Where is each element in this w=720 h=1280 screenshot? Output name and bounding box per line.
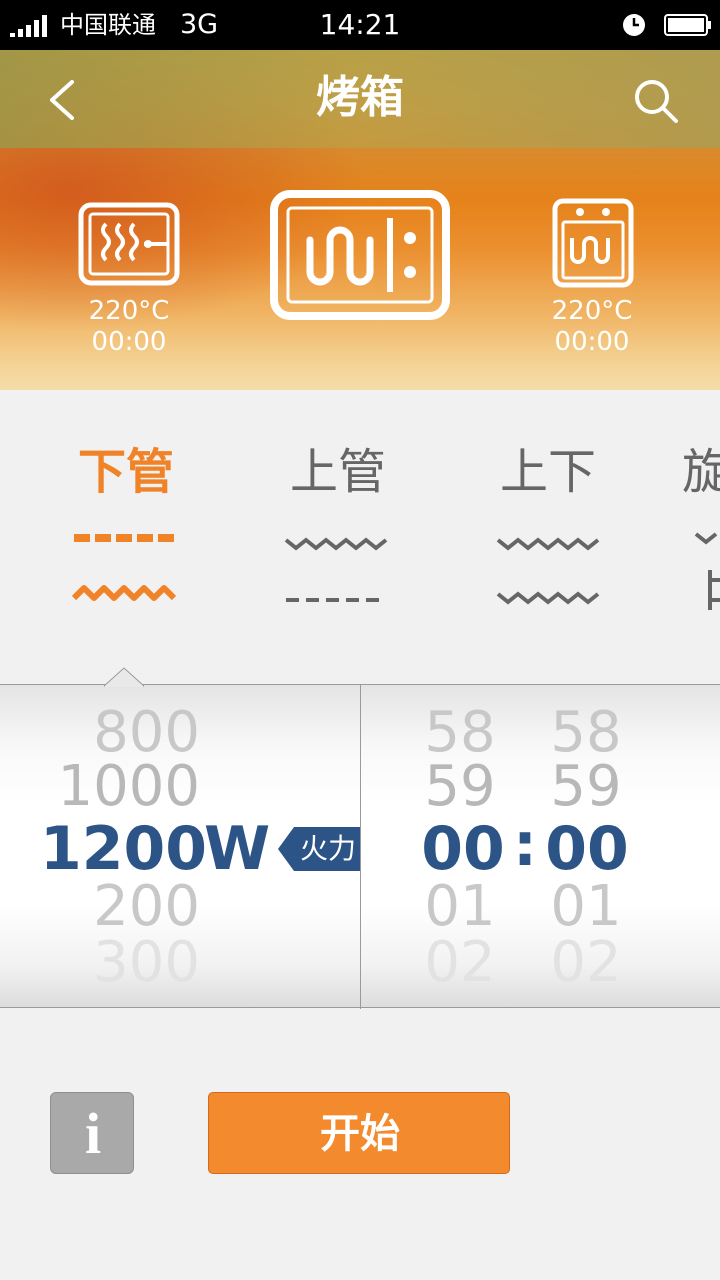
mode-top-heat[interactable]: 上管 xyxy=(258,440,418,620)
bottom-heat-icon xyxy=(71,534,178,601)
picker-divider xyxy=(360,685,361,1009)
setting-picker: 800 1000 1200 W 200 300 火力 58 59 00 01 0… xyxy=(0,667,720,1009)
mode-label: 上管 xyxy=(289,444,386,500)
minute-selected[interactable]: 00 xyxy=(544,817,630,881)
power-unit: W xyxy=(204,814,271,884)
minute-option[interactable]: 01 xyxy=(546,877,626,937)
selection-pointer xyxy=(104,667,144,687)
hour-option[interactable]: 02 xyxy=(420,933,500,993)
mode-bottom-heat[interactable]: 下管 xyxy=(46,440,206,620)
hour-option[interactable]: 01 xyxy=(420,877,500,937)
power-option[interactable]: 200 xyxy=(60,877,200,937)
search-button[interactable] xyxy=(630,76,682,126)
oven-right-icon[interactable] xyxy=(552,198,634,288)
oven-right-temp: 220°C xyxy=(551,296,633,326)
mode-label: 下管 xyxy=(77,444,174,500)
info-icon: i xyxy=(84,1101,102,1166)
mode-label: 上下 xyxy=(499,444,596,500)
page-title: 烤箱 xyxy=(316,72,404,123)
power-selected[interactable]: 1200 xyxy=(40,817,207,881)
mode-rotisserie[interactable]: 旋 xyxy=(620,440,720,620)
alarm-icon xyxy=(623,14,645,36)
mode-top-bottom-heat[interactable]: 上下 xyxy=(468,440,628,620)
start-button[interactable]: 开始 xyxy=(208,1092,510,1174)
time-separator: : xyxy=(513,810,537,880)
oven-left-time: 00:00 xyxy=(91,327,167,357)
top-bottom-heat-icon xyxy=(496,537,600,605)
info-button[interactable]: i xyxy=(50,1092,134,1174)
oven-left-icon[interactable] xyxy=(78,202,180,286)
clock: 14:21 xyxy=(319,8,401,41)
mode-label: 旋 xyxy=(682,444,720,500)
oven-right-status: 220°C 00:00 xyxy=(522,296,662,358)
oven-left-status: 220°C 00:00 xyxy=(59,296,199,358)
power-option[interactable]: 1000 xyxy=(40,757,200,817)
minute-option[interactable]: 02 xyxy=(546,933,626,993)
oven-right-time: 00:00 xyxy=(554,327,630,357)
hour-option[interactable]: 59 xyxy=(420,757,500,817)
fire-label: 火力 xyxy=(299,832,356,865)
minute-option[interactable]: 59 xyxy=(546,757,626,817)
rotisserie-icon xyxy=(694,532,720,610)
top-heat-icon xyxy=(284,537,388,602)
fire-label-tag: 火力 xyxy=(278,827,360,871)
search-icon xyxy=(635,80,678,123)
power-option[interactable]: 300 xyxy=(60,933,200,993)
oven-header: 烤箱 220°C 00:00 220°C 00:00 xyxy=(0,50,720,390)
battery-icon xyxy=(664,14,711,36)
status-bar: 中国联通 3G 14:21 xyxy=(0,0,720,50)
oven-left-temp: 220°C xyxy=(88,296,170,326)
oven-center-icon[interactable] xyxy=(270,190,450,320)
hour-selected[interactable]: 00 xyxy=(420,817,506,881)
start-button-label: 开始 xyxy=(320,1111,400,1157)
